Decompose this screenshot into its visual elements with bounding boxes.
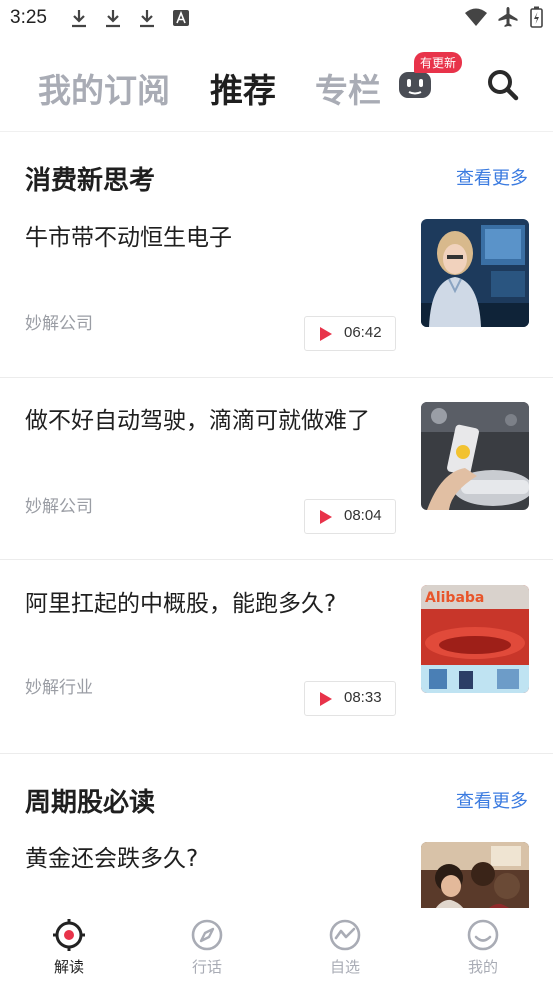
status-time: 3:25 (10, 7, 47, 28)
article-source: 妙解公司 (25, 497, 93, 517)
update-badge: 有更新 (414, 52, 463, 73)
article-title[interactable]: 做不好自动驾驶，滴滴可就做难了 (25, 404, 405, 438)
download-icon (140, 10, 154, 28)
article-card[interactable]: 阿里扛起的中概股，能跑多久? 妙解行业 08:33 Alibaba (0, 585, 553, 745)
article-card[interactable]: 牛市带不动恒生电子 妙解公司 06:42 (0, 219, 553, 379)
bottom-nav-mine[interactable]: 我的 (443, 918, 523, 977)
font-a-icon (173, 10, 189, 26)
duration-text: 08:04 (344, 507, 382, 524)
download-icon (106, 10, 120, 28)
article-thumbnail[interactable] (421, 402, 529, 510)
divider (0, 377, 553, 378)
play-icon (320, 327, 332, 341)
smiley-icon (467, 919, 499, 951)
divider (0, 753, 553, 754)
download-icon (72, 10, 86, 28)
see-more-link[interactable]: 查看更多 (456, 164, 528, 190)
bottom-nav-interpret[interactable]: 解读 (29, 918, 109, 977)
bottom-nav-jargon[interactable]: 行话 (167, 918, 247, 977)
wifi-icon (465, 8, 487, 26)
play-duration-button[interactable]: 06:42 (304, 316, 396, 351)
article-title[interactable]: 黄金还会跌多久? (25, 842, 405, 876)
section-title: 周期股必读 (25, 788, 156, 818)
target-icon (53, 919, 85, 951)
article-thumbnail[interactable]: Alibaba (421, 585, 529, 693)
article-source: 妙解公司 (25, 314, 93, 334)
play-duration-button[interactable]: 08:33 (304, 681, 396, 716)
article-thumbnail[interactable] (421, 219, 529, 327)
play-icon (320, 692, 332, 706)
bottom-nav-watchlist[interactable]: 自选 (305, 918, 385, 977)
duration-text: 06:42 (344, 324, 382, 341)
airplane-icon (498, 7, 518, 27)
thumb-brand-text: Alibaba (425, 590, 484, 606)
bottom-nav-label: 我的 (467, 958, 498, 976)
bottom-nav: 解读 行话 自选 我的 (0, 908, 553, 983)
article-title[interactable]: 牛市带不动恒生电子 (25, 221, 405, 255)
divider (0, 559, 553, 560)
duration-text: 08:33 (344, 689, 382, 706)
search-icon[interactable] (486, 68, 520, 102)
bottom-nav-label: 行话 (191, 958, 222, 976)
article-card[interactable]: 做不好自动驾驶，滴滴可就做难了 妙解公司 08:04 (0, 402, 553, 562)
article-source: 妙解行业 (25, 678, 93, 698)
play-duration-button[interactable]: 08:04 (304, 499, 396, 534)
article-title[interactable]: 阿里扛起的中概股，能跑多久? (25, 587, 405, 621)
tab-my-subscriptions[interactable]: 我的订阅 (38, 64, 170, 112)
bottom-nav-label: 解读 (53, 958, 84, 976)
battery-icon (530, 6, 543, 28)
article-thumbnail[interactable] (421, 842, 529, 908)
article-card[interactable]: 黄金还会跌多久? (0, 842, 553, 908)
see-more-link[interactable]: 查看更多 (456, 787, 528, 813)
play-icon (320, 510, 332, 524)
status-bar: 3:25 (0, 0, 553, 40)
bottom-nav-label: 自选 (329, 958, 360, 976)
top-nav: 我的订阅 推荐 专栏 有更新 (0, 40, 553, 132)
compass-icon (191, 919, 223, 951)
trend-chart-icon (329, 919, 361, 951)
tab-recommended[interactable]: 推荐 (210, 64, 276, 112)
tab-columns[interactable]: 专栏 (315, 64, 381, 112)
section-title: 消费新思考 (25, 166, 156, 196)
